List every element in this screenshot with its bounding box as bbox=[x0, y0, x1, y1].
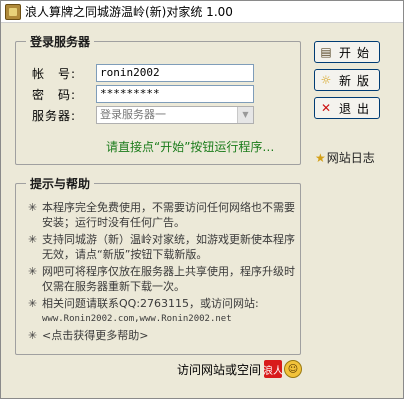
weblog-label: 网站日志 bbox=[326, 151, 375, 165]
help-text: 相关问题请联系QQ:2763115，或访问网站: bbox=[42, 297, 259, 310]
bullet-icon: ✳ bbox=[28, 233, 38, 246]
visit-site-link[interactable]: 访问网站或空间 bbox=[177, 361, 261, 378]
ronin-badge-icon[interactable]: 浪人 bbox=[263, 360, 283, 378]
bullet-icon: ✳ bbox=[28, 297, 38, 310]
help-text: 网吧可将程序仅放在服务器上共享使用，程序升级时仅需在服务器重新下载一次。 bbox=[42, 265, 295, 293]
exit-button-label: 退出 bbox=[338, 101, 375, 116]
chevron-down-icon[interactable]: ▼ bbox=[237, 107, 253, 123]
app-icon bbox=[5, 3, 21, 20]
login-group: 登录服务器 帐 号: ronin2002 密 码: ********* 服务器:… bbox=[15, 33, 301, 165]
window-title: 浪人算牌之同城游温岭(新)对家统 1.00 bbox=[25, 5, 233, 19]
title-bar: 浪人算牌之同城游温岭(新)对家统 1.00 bbox=[1, 1, 403, 23]
server-select-value: 登录服务器一 bbox=[100, 108, 166, 121]
more-help-link[interactable]: <点击获得更多帮助> bbox=[42, 328, 148, 343]
help-item-more[interactable]: ✳ <点击获得更多帮助> bbox=[28, 328, 296, 343]
exit-button[interactable]: ✕ 退出 bbox=[314, 97, 380, 119]
password-row: 密 码: ********* bbox=[32, 85, 254, 103]
server-label: 服务器: bbox=[32, 108, 77, 123]
lightbulb-icon: ☼ bbox=[320, 73, 332, 87]
password-label: 密 码: bbox=[32, 87, 77, 102]
help-item: ✳ 相关问题请联系QQ:2763115，或访问网站: bbox=[28, 296, 296, 311]
help-item: ✳ 支持同城游（新）温岭对家统，如游戏更新使本程序无效，请点“新版”按钮下载新版… bbox=[28, 232, 296, 262]
server-select[interactable]: 登录服务器一 ▼ bbox=[96, 106, 254, 124]
weblog-link[interactable]: ★ 网站日志 bbox=[315, 149, 375, 166]
start-hint: 请直接点“开始”按钮运行程序… bbox=[106, 140, 275, 154]
bullet-icon: ✳ bbox=[28, 201, 38, 214]
password-field[interactable]: ********* bbox=[96, 85, 254, 103]
smiley-icon[interactable]: ☺ bbox=[284, 360, 303, 378]
footer: 访问网站或空间 浪人 ☺ bbox=[177, 360, 303, 378]
account-field[interactable]: ronin2002 bbox=[96, 64, 254, 82]
new-version-button-label: 新版 bbox=[338, 73, 375, 88]
new-version-button[interactable]: ☼ 新版 bbox=[314, 69, 380, 91]
start-button[interactable]: ▤ 开始 bbox=[314, 41, 380, 63]
account-label: 帐 号: bbox=[32, 66, 77, 81]
account-row: 帐 号: ronin2002 bbox=[32, 64, 254, 82]
close-icon: ✕ bbox=[320, 101, 332, 115]
help-legend: 提示与帮助 bbox=[26, 175, 95, 192]
help-text: 支持同城游（新）温岭对家统，如游戏更新使本程序无效，请点“新版”按钮下载新版。 bbox=[42, 233, 295, 261]
bullet-icon: ✳ bbox=[28, 265, 38, 278]
help-item: ✳ 网吧可将程序仅放在服务器上共享使用，程序升级时仅需在服务器重新下载一次。 bbox=[28, 264, 296, 294]
help-text: 本程序完全免费使用，不需要访问任何网络也不需要安装；运行时没有任何广告。 bbox=[42, 201, 295, 229]
bullet-icon: ✳ bbox=[28, 329, 38, 342]
website-urls[interactable]: www.Ronin2002.com,www.Ronin2002.net bbox=[28, 313, 296, 326]
star-icon: ★ bbox=[315, 150, 326, 165]
server-row: 服务器: 登录服务器一 ▼ bbox=[32, 106, 254, 124]
main-window: 浪人算牌之同城游温岭(新)对家统 1.00 登录服务器 帐 号: ronin20… bbox=[0, 0, 404, 399]
login-legend: 登录服务器 bbox=[26, 33, 95, 50]
help-group: 提示与帮助 ✳ 本程序完全免费使用，不需要访问任何网络也不需要安装；运行时没有任… bbox=[15, 175, 301, 355]
help-item: ✳ 本程序完全免费使用，不需要访问任何网络也不需要安装；运行时没有任何广告。 bbox=[28, 200, 296, 230]
help-list: ✳ 本程序完全免费使用，不需要访问任何网络也不需要安装；运行时没有任何广告。 ✳… bbox=[28, 200, 296, 345]
start-button-label: 开始 bbox=[338, 45, 375, 60]
book-icon: ▤ bbox=[320, 45, 332, 59]
